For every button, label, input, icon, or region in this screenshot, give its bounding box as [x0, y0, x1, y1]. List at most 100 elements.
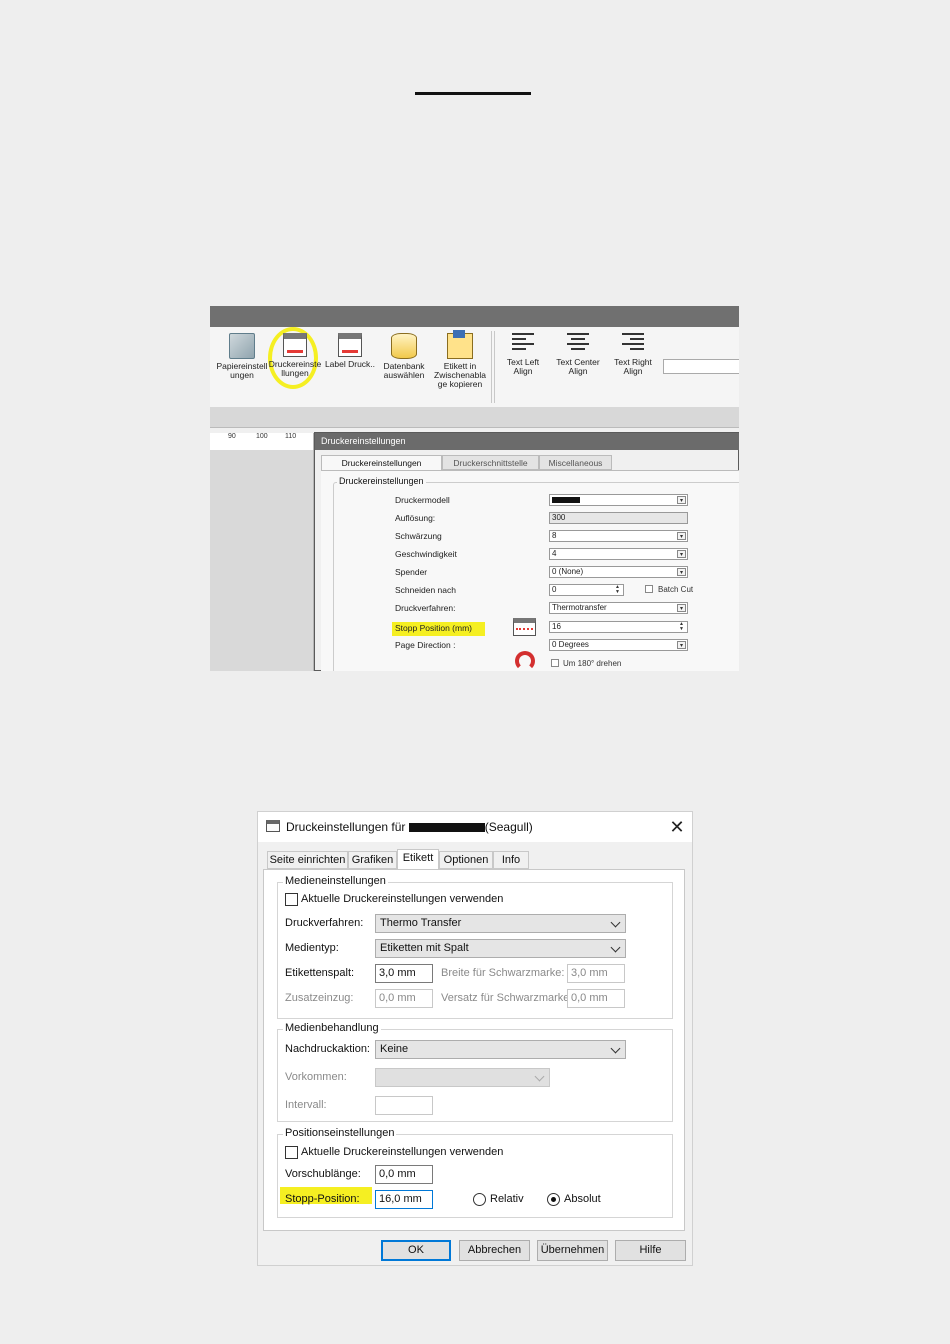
schneiden-stepper[interactable]: 0 ▲ ▼ [549, 584, 624, 596]
database-icon [391, 333, 417, 359]
chevron-down-icon: ▾ [677, 604, 686, 612]
tab-druckerschnittstelle[interactable]: Druckerschnittstelle [442, 455, 539, 470]
stopp-position-stepper[interactable]: 16 ▲ ▼ [549, 621, 688, 633]
use-current-media-checkbox[interactable] [285, 893, 298, 906]
breite-schwarzmarke-label: Breite für Schwarzmarke: [441, 967, 565, 979]
stopp-position-label: Stopp-Position: [285, 1193, 360, 1205]
vorschublaenge-label: Vorschublänge: [285, 1168, 361, 1180]
tab-druckereinstellungen[interactable]: Druckereinstellungen [321, 455, 442, 471]
schneiden-label: Schneiden nach [395, 585, 456, 595]
align-center-icon [567, 333, 589, 355]
ok-button[interactable]: OK [381, 1240, 451, 1261]
druckverfahren-label: Druckverfahren: [395, 603, 456, 613]
schwaerzung-select[interactable]: 8 ▾ [549, 530, 688, 542]
intervall-label: Intervall: [285, 1099, 327, 1111]
paper-settings-button[interactable]: Papiereinstell ungen [214, 333, 270, 380]
versatz-schwarzmarke-input[interactable]: 0,0 mm [567, 989, 625, 1008]
page-top-rule [415, 92, 531, 95]
align-right-icon [622, 333, 644, 355]
use-current-position-label: Aktuelle Druckereinstellungen verwenden [301, 1146, 504, 1158]
group-title: Positionseinstellungen [283, 1127, 397, 1139]
canvas-area [210, 450, 313, 671]
versatz-schwarzmarke-label: Versatz für Schwarzmarke: [441, 992, 573, 1004]
chevron-down-icon: ▾ [677, 550, 686, 558]
tab-optionen[interactable]: Optionen [439, 851, 493, 869]
vorkommen-select[interactable] [375, 1068, 550, 1087]
geschwindigkeit-label: Geschwindigkeit [395, 549, 457, 559]
zusatzeinzug-input[interactable]: 0,0 mm [375, 989, 433, 1008]
chevron-down-icon: ▾ [677, 568, 686, 576]
absolut-radio[interactable] [547, 1193, 560, 1206]
stopp-position-input[interactable]: 16,0 mm [375, 1190, 433, 1209]
text-left-align-button[interactable]: Text Left Align [497, 333, 549, 376]
help-button[interactable]: Hilfe [615, 1240, 686, 1261]
druckverfahren-select[interactable]: Thermo Transfer [375, 914, 626, 933]
page-direction-select[interactable]: 0 Degrees ▾ [549, 639, 688, 651]
tab-miscellaneous[interactable]: Miscellaneous [539, 455, 612, 470]
apply-button[interactable]: Übernehmen [537, 1240, 608, 1261]
dialog-title: Druckereinstellungen [315, 433, 739, 450]
vorschublaenge-input[interactable]: 0,0 mm [375, 1165, 433, 1184]
format-strip [210, 407, 739, 428]
tab-info[interactable]: Info [493, 851, 529, 869]
tab-page-etikett: Medieneinstellungen Aktuelle Druckereins… [263, 869, 685, 1231]
ribbon-separator [491, 331, 492, 403]
ribbon-separator [494, 331, 495, 403]
rotate-icon [515, 651, 535, 671]
schwaerzung-label: Schwärzung [395, 531, 442, 541]
spinner-arrows-icon: ▲ ▼ [615, 584, 620, 595]
tab-etikett[interactable]: Etikett [397, 849, 439, 870]
text-center-align-button[interactable]: Text Center Align [551, 333, 605, 376]
batch-cut-checkbox[interactable] [645, 585, 653, 593]
nachdruckaktion-label: Nachdruckaktion: [285, 1043, 370, 1055]
cancel-button[interactable]: Abbrechen [459, 1240, 530, 1261]
redaction-bar [408, 823, 485, 833]
align-left-icon [512, 333, 534, 355]
etikettenspalt-label: Etikettenspalt: [285, 967, 355, 979]
chevron-down-icon [610, 1043, 621, 1054]
driver-settings-dialog: Druckeinstellungen für (Seagull) ✕ Seite… [257, 811, 693, 1266]
intervall-input[interactable] [375, 1096, 433, 1115]
chevron-down-icon [610, 942, 621, 953]
geschwindigkeit-select[interactable]: 4 ▾ [549, 548, 688, 560]
zusatzeinzug-label: Zusatzeinzug: [285, 992, 354, 1004]
druckverfahren-select[interactable]: Thermotransfer ▾ [549, 602, 688, 614]
druckermodell-label: Druckermodell [395, 495, 450, 505]
aufloesung-field: 300 [549, 512, 688, 524]
ribbon-text-input[interactable] [663, 359, 739, 374]
dialog-body: Druckereinstellungen Druckermodell ▾ Auf… [321, 470, 739, 671]
page-direction-label: Page Direction : [395, 640, 456, 650]
tab-seite-einrichten[interactable]: Seite einrichten [267, 851, 348, 869]
rotate-180-checkbox[interactable] [551, 659, 559, 667]
ruler: 90 100 110 [210, 433, 313, 451]
use-current-position-checkbox[interactable] [285, 1146, 298, 1159]
select-database-button[interactable]: Datenbank auswählen [378, 333, 430, 380]
label-print-button[interactable]: Label Druck.. [324, 333, 376, 369]
paper-settings-icon [229, 333, 255, 359]
absolut-label: Absolut [564, 1193, 601, 1205]
medientyp-select[interactable]: Etiketten mit Spalt [375, 939, 626, 958]
nachdruckaktion-select[interactable]: Keine [375, 1040, 626, 1059]
spinner-arrows-icon: ▲ ▼ [679, 621, 684, 632]
stopp-position-label: Stopp Position (mm) [395, 623, 472, 633]
etikettenspalt-input[interactable]: 3,0 mm [375, 964, 433, 983]
printer-settings-button[interactable]: Druckereinste llungen [268, 333, 322, 378]
copy-label-clipboard-button[interactable]: Etikett in Zwischenabla ge kopieren [432, 330, 488, 389]
chevron-down-icon: ▾ [677, 532, 686, 540]
ribbon-toolbar: Papiereinstell ungen Druckereinste llung… [210, 327, 739, 408]
relativ-radio[interactable] [473, 1193, 486, 1206]
tab-grafiken[interactable]: Grafiken [348, 851, 397, 869]
batch-cut-label: Batch Cut [658, 585, 694, 594]
group-title: Medieneinstellungen [283, 875, 388, 887]
label-software-screenshot: Papiereinstell ungen Druckereinste llung… [210, 306, 739, 671]
breite-schwarzmarke-input[interactable]: 3,0 mm [567, 964, 625, 983]
redaction-bar [552, 497, 580, 503]
spender-label: Spender [395, 567, 428, 577]
text-right-align-button[interactable]: Text Right Align [607, 333, 659, 376]
druckverfahren-label: Druckverfahren: [285, 917, 364, 929]
spender-select[interactable]: 0 (None) ▾ [549, 566, 688, 578]
close-icon[interactable]: ✕ [666, 816, 688, 838]
relativ-label: Relativ [490, 1193, 524, 1205]
chevron-down-icon [610, 917, 621, 928]
druckermodell-select[interactable]: ▾ [549, 494, 688, 506]
